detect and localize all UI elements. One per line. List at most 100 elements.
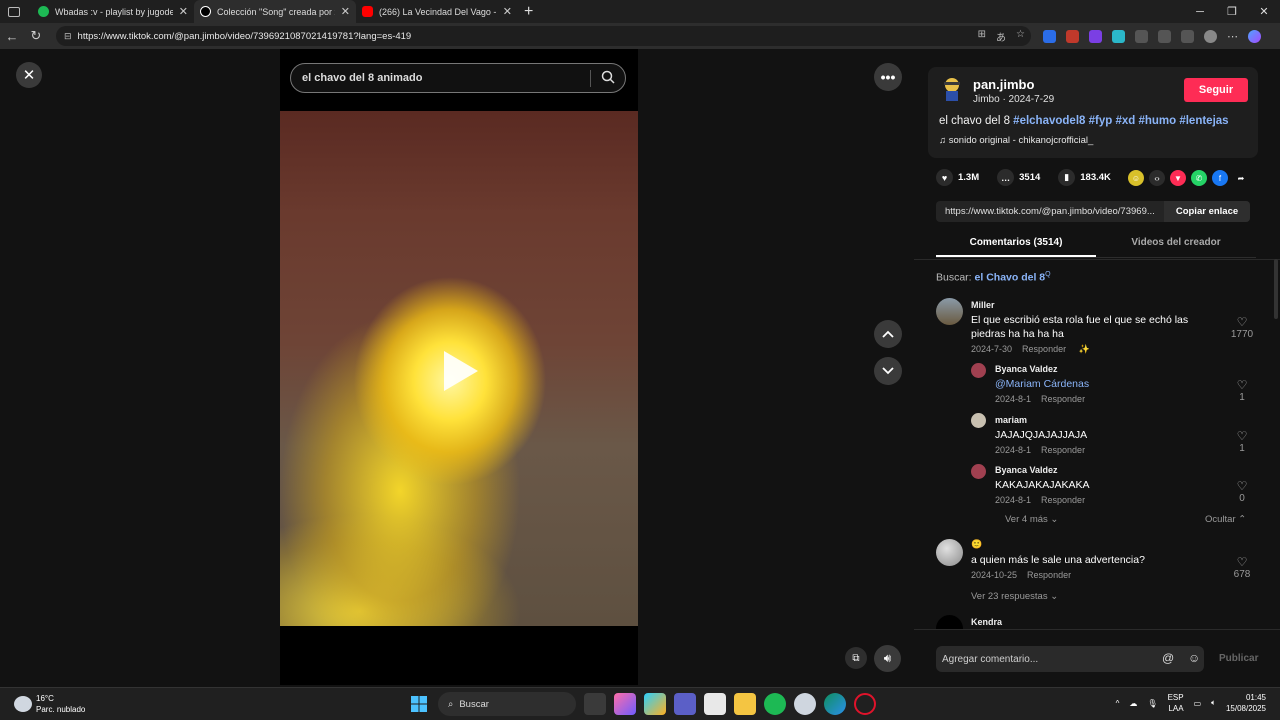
comment-author[interactable]: mariam (995, 415, 1205, 425)
store-icon[interactable] (704, 693, 726, 715)
comment-input[interactable]: Agregar comentario... @ ☺ (936, 646, 1204, 672)
hashtags-link[interactable]: #elchavodel8 #fyp #xd #humo #lentejas (1013, 115, 1228, 127)
translate-icon[interactable]: あ (996, 29, 1006, 44)
send-icon[interactable]: ▼ (1170, 170, 1186, 186)
refresh-icon[interactable]: ↻ (24, 28, 48, 44)
share-friends-icon[interactable]: ☺ (1128, 170, 1144, 186)
reply-button[interactable]: Responder (1027, 570, 1071, 580)
extension-icon[interactable] (1112, 29, 1125, 43)
comment-button[interactable]: … 3514 (997, 169, 1040, 186)
avatar[interactable] (971, 363, 986, 378)
search-suggestion-link[interactable]: el Chavo del 8 (975, 272, 1046, 284)
extension-icon[interactable] (1089, 29, 1102, 43)
facebook-icon[interactable]: f (1212, 170, 1228, 186)
volume-button[interactable]: 🔊︎ (874, 645, 901, 672)
new-tab-icon[interactable]: + (524, 3, 533, 21)
display-icon[interactable]: ▭ (1194, 699, 1202, 708)
onedrive-icon[interactable]: ☁ (1129, 699, 1137, 708)
comment-like[interactable]: ♡ 0 (1227, 479, 1257, 504)
mention-icon[interactable]: @ (1162, 651, 1174, 665)
close-window-icon[interactable]: ✕ (1248, 0, 1280, 23)
browser-tab[interactable]: Wbadas :v - playlist by jugodeuv ✕ (32, 0, 194, 23)
comment-like[interactable]: ♡ 1 (1227, 378, 1257, 403)
mention-link[interactable]: @Mariam Cárdenas (995, 377, 1205, 391)
copilot-icon[interactable] (1248, 29, 1261, 43)
view-more-replies-button[interactable]: Ver 4 más ⌄ (1005, 514, 1058, 525)
comment-author[interactable]: Miller (971, 300, 1221, 310)
volume-icon[interactable]: 🔈︎ (1211, 698, 1216, 708)
task-view-icon[interactable] (584, 693, 606, 715)
play-icon[interactable] (444, 351, 478, 391)
picture-in-picture-button[interactable]: ⧉ (845, 647, 867, 669)
avatar[interactable] (971, 464, 986, 479)
tab-actions-icon[interactable] (8, 6, 20, 17)
minimize-icon[interactable]: ─ (1184, 0, 1216, 23)
search-input[interactable]: el chavo del 8 animado (290, 63, 626, 93)
author-name[interactable]: pan.jimbo (973, 77, 1034, 92)
opera-icon[interactable] (854, 693, 876, 715)
save-button[interactable]: ▮ 183.4K (1058, 169, 1111, 186)
split-screen-icon[interactable] (1158, 29, 1171, 43)
view-replies-button[interactable]: Ver 23 respuestas ⌄ (971, 591, 1058, 602)
edge-icon[interactable] (824, 693, 846, 715)
back-icon[interactable]: ← (0, 29, 24, 44)
author-avatar[interactable] (940, 76, 964, 104)
close-tab-icon[interactable]: ✕ (503, 5, 512, 18)
embed-icon[interactable]: ‹› (1149, 170, 1165, 186)
emoji-icon[interactable]: ☺ (1188, 651, 1200, 665)
avatar[interactable] (936, 539, 963, 566)
comment-author[interactable]: Byanca Valdez (995, 364, 1205, 374)
maximize-icon[interactable]: ❐ (1216, 0, 1248, 23)
tray-overflow-icon[interactable]: ^ (1116, 699, 1120, 708)
next-video-button[interactable] (874, 357, 902, 385)
scrollbar[interactable] (1274, 259, 1278, 319)
comment-like[interactable]: ♡ 1 (1227, 429, 1257, 454)
tab-comments[interactable]: Comentarios (3514) (936, 232, 1096, 257)
start-button[interactable] (408, 693, 430, 715)
close-tab-icon[interactable]: ✕ (341, 5, 350, 18)
favorite-star-icon[interactable]: ☆ (1016, 29, 1025, 44)
sound-link[interactable]: ♫ sonido original - chikanojcrofficial_ (939, 135, 1093, 146)
reply-button[interactable]: Responder (1041, 394, 1085, 404)
microphone-icon[interactable]: 🎙︎ (1147, 699, 1157, 708)
comment-like[interactable]: ♡ 678 (1227, 555, 1257, 580)
taskbar-search[interactable]: ⌕ Buscar (438, 692, 576, 716)
weather-widget[interactable]: 16°C Parc. nublado (14, 693, 85, 715)
follow-button[interactable]: Seguir (1184, 78, 1248, 102)
previous-video-button[interactable] (874, 320, 902, 348)
language-indicator[interactable]: ESP LAA (1168, 692, 1184, 714)
app-available-icon[interactable]: ⊞ (978, 29, 986, 44)
avatar[interactable] (936, 615, 963, 629)
comment-author[interactable]: Byanca Valdez (995, 465, 1205, 475)
post-button[interactable]: Publicar (1219, 653, 1258, 664)
file-explorer-icon[interactable] (734, 693, 756, 715)
reply-button[interactable]: Responder (1041, 495, 1085, 505)
comment-author[interactable]: Kendra (971, 617, 1002, 627)
profile-avatar[interactable] (1204, 29, 1217, 43)
avatar[interactable] (971, 413, 986, 428)
share-arrow-icon[interactable]: ➦ (1233, 170, 1249, 186)
favorites-icon[interactable] (1181, 29, 1194, 43)
extension-icon[interactable] (1066, 29, 1079, 43)
tab-creator-videos[interactable]: Videos del creador (1096, 232, 1256, 257)
video-player[interactable] (280, 111, 638, 626)
copy-link-button[interactable]: Copiar enlace (1164, 201, 1250, 222)
clock[interactable]: 01:45 15/08/2025 (1226, 692, 1266, 714)
heart-outline-icon[interactable]: ♡ (1227, 479, 1257, 493)
reply-button[interactable]: Responder (1041, 445, 1085, 455)
copilot-app-icon[interactable] (614, 693, 636, 715)
close-video-button[interactable]: ✕ (16, 62, 42, 88)
search-icon[interactable] (601, 70, 615, 84)
more-options-button[interactable]: ••• (874, 63, 902, 91)
extension-icon[interactable] (1043, 29, 1056, 43)
url-bar[interactable]: ⊟ https://www.tiktok.com/@pan.jimbo/vide… (56, 26, 1031, 46)
browser-tab[interactable]: (266) La Vecindad Del Vago - Chi ✕ (356, 0, 518, 23)
more-menu-icon[interactable]: ⋯ (1227, 30, 1238, 43)
heart-outline-icon[interactable]: ♡ (1227, 555, 1257, 569)
site-info-icon[interactable]: ⊟ (64, 31, 72, 42)
whatsapp-icon[interactable]: ✆ (1191, 170, 1207, 186)
heart-outline-icon[interactable]: ♡ (1227, 378, 1257, 392)
emoji-username[interactable]: 🙂 (971, 539, 1221, 550)
comment-like[interactable]: ♡ 1770 (1227, 315, 1257, 340)
avatar[interactable] (936, 298, 963, 325)
